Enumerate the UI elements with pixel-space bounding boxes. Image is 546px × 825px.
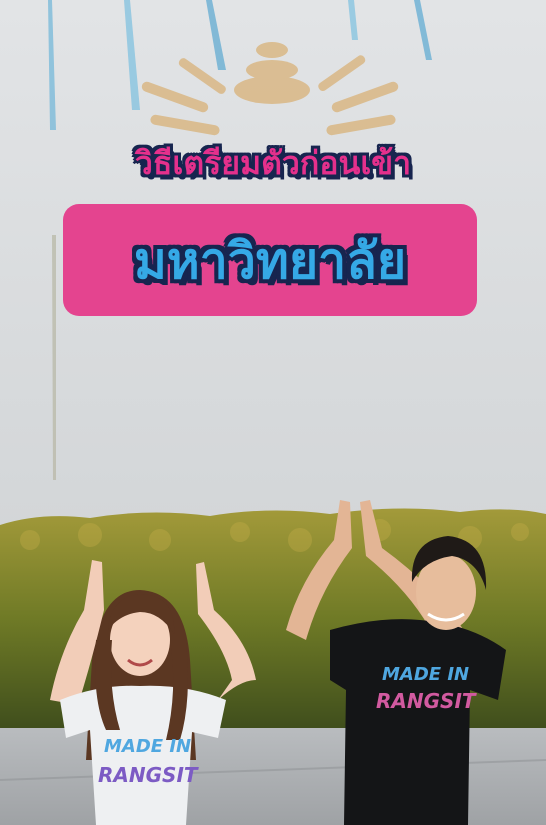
shirt-right-line2: RANGSIT	[376, 689, 477, 713]
caption-line-2: มหาวิทยาลัย	[133, 232, 407, 290]
caption-line-1: วิธีเตรียมตัวก่อนเข้า	[134, 144, 412, 182]
photo-scene: MADE IN RANGSIT MADE IN RANGSIT	[0, 0, 546, 825]
shirt-right-line1: MADE IN	[382, 664, 469, 685]
shirt-left-line2: RANGSIT	[98, 763, 199, 787]
shirt-left-line1: MADE IN	[104, 736, 191, 757]
